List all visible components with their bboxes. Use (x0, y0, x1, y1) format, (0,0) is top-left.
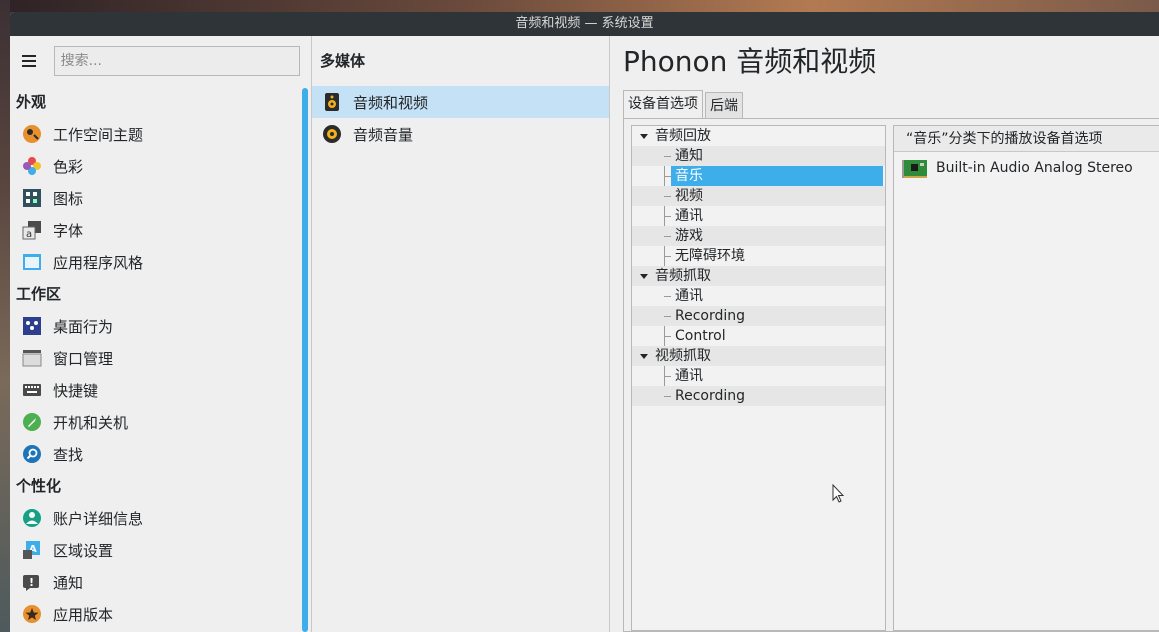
sidebar-item-font[interactable]: a 字体 (10, 214, 300, 246)
device-list-header: “音乐”分类下的播放设备首选项 (894, 126, 1159, 152)
sidebar-item-label: 开机和关机 (53, 413, 129, 432)
account-icon (22, 508, 42, 528)
app-style-icon (22, 252, 42, 272)
tree-item[interactable]: 游戏 (632, 226, 885, 246)
tree-item[interactable]: 视频 (632, 186, 885, 206)
sidebar-item-label: 查找 (53, 445, 84, 464)
subcategory-item-audio-video[interactable]: 音频和视频 (312, 86, 609, 118)
mouse-cursor-icon (832, 484, 845, 503)
sidebar-item-notifications[interactable]: ! 通知 (10, 566, 300, 598)
sidebar-item-startup-shutdown[interactable]: 开机和关机 (10, 406, 300, 438)
device-preference-list: “音乐”分类下的播放设备首选项 Built-in Audio Analog St… (893, 125, 1159, 631)
subcategory-panel: 多媒体 音频和视频 音频音量 (312, 36, 609, 632)
sidebar-item-label: 窗口管理 (53, 349, 114, 368)
sidebar-item-app-style[interactable]: 应用程序风格 (10, 246, 300, 278)
device-label: Built-in Audio Analog Stereo (936, 160, 1133, 176)
sidebar-item-icons[interactable]: 图标 (10, 182, 300, 214)
tree-item-selected[interactable]: 音乐 (632, 166, 885, 186)
locale-icon: A (22, 540, 42, 560)
sidebar-scrollbar[interactable] (302, 88, 308, 632)
sidebar-item-label: 图标 (53, 189, 84, 208)
tab-backend[interactable]: 后端 (705, 92, 743, 118)
desktop-background (0, 0, 1159, 12)
subcategory-label: 音频和视频 (353, 93, 429, 112)
page-title: Phonon 音频和视频 (623, 45, 877, 78)
category-header-appearance: 外观 (16, 93, 47, 111)
sidebar-item-label: 应用版本 (53, 605, 114, 624)
sidebar-item-label: 账户详细信息 (53, 509, 144, 528)
expand-arrow-icon[interactable] (640, 134, 648, 139)
category-tree[interactable]: 音频回放 通知 音乐 视频 通讯 游戏 无障碍环境 音频抓取 通讯 Record… (631, 125, 886, 631)
svg-text:a: a (26, 229, 32, 240)
icons-icon (22, 188, 42, 208)
font-icon: a (22, 220, 42, 240)
tree-item[interactable]: 通讯 (632, 286, 885, 306)
sidebar-item-label: 桌面行为 (53, 317, 114, 336)
tree-item-audio-playback[interactable]: 音频回放 (632, 126, 885, 146)
search-input[interactable] (53, 46, 300, 76)
tree-item[interactable]: 通讯 (632, 366, 885, 386)
sidebar-item-workspace-theme[interactable]: 工作空间主题 (10, 118, 300, 150)
sidebar-item-desktop-behavior[interactable]: 桌面行为 (10, 310, 300, 342)
sidebar-item-keyboard-shortcuts[interactable]: 快捷键 (10, 374, 300, 406)
device-item[interactable]: Built-in Audio Analog Stereo (894, 152, 1159, 184)
svg-text:!: ! (29, 576, 34, 589)
tree-item[interactable]: 通讯 (632, 206, 885, 226)
tree-item[interactable]: 通知 (632, 146, 885, 166)
category-header-workspace: 工作区 (16, 285, 62, 303)
subcategory-label: 音频音量 (353, 125, 414, 144)
category-header-personalization: 个性化 (16, 477, 62, 495)
sidebar-item-locale[interactable]: A 区域设置 (10, 534, 300, 566)
tree-item-video-capture[interactable]: 视频抓取 (632, 346, 885, 366)
sidebar-item-label: 区域设置 (53, 541, 114, 560)
audio-card-icon (902, 157, 928, 179)
tree-item[interactable]: Control (632, 326, 885, 346)
desktop-behavior-icon (22, 316, 42, 336)
expand-arrow-icon[interactable] (640, 354, 648, 359)
window-title: 音频和视频 — 系统设置 (515, 16, 654, 31)
volume-icon (322, 124, 342, 144)
sidebar-item-label: 快捷键 (53, 381, 99, 400)
startup-rocket-icon (22, 412, 42, 432)
sidebar-item-account-details[interactable]: 账户详细信息 (10, 502, 300, 534)
tab-panel: 音频回放 通知 音乐 视频 通讯 游戏 无障碍环境 音频抓取 通讯 Record… (623, 118, 1159, 632)
sidebar-item-app-version[interactable]: 应用版本 (10, 598, 300, 630)
settings-window: 音频和视频 — 系统设置 外观 工作空间主题 色彩 (10, 12, 1159, 632)
subcategory-item-audio-volume[interactable]: 音频音量 (312, 118, 609, 150)
workspace-theme-icon (22, 124, 42, 144)
window-titlebar[interactable]: 音频和视频 — 系统设置 (10, 12, 1159, 36)
tree-item[interactable]: Recording (632, 386, 885, 406)
sidebar-item-label: 色彩 (53, 157, 84, 176)
speaker-icon (322, 92, 342, 112)
keyboard-icon (22, 380, 42, 400)
tree-item-audio-capture[interactable]: 音频抓取 (632, 266, 885, 286)
sidebar-item-color[interactable]: 色彩 (10, 150, 300, 182)
sidebar-item-label: 应用程序风格 (53, 253, 144, 272)
tree-item[interactable]: 无障碍环境 (632, 246, 885, 266)
subcategory-title: 多媒体 (320, 52, 366, 70)
app-version-star-icon (22, 604, 42, 624)
sidebar-item-label: 通知 (53, 573, 84, 592)
tree-item[interactable]: Recording (632, 306, 885, 326)
search-icon (22, 444, 42, 464)
sidebar-item-search[interactable]: 查找 (10, 438, 300, 470)
sidebar: 外观 工作空间主题 色彩 图标 a (10, 36, 300, 632)
sidebar-item-label: 工作空间主题 (53, 125, 144, 144)
tab-device-preferences[interactable]: 设备首选项 (623, 90, 703, 118)
sidebar-item-window-management[interactable]: 窗口管理 (10, 342, 300, 374)
hamburger-menu-icon[interactable] (22, 51, 42, 71)
tab-bar: 设备首选项 后端 (623, 90, 745, 118)
main-panel: Phonon 音频和视频 设备首选项 后端 音频回放 通知 音乐 视频 通讯 游… (610, 36, 1159, 632)
sidebar-item-label: 字体 (53, 221, 84, 240)
window-management-icon (22, 348, 42, 368)
expand-arrow-icon[interactable] (640, 274, 648, 279)
desktop-background-left (0, 0, 10, 632)
notification-icon: ! (22, 572, 42, 592)
color-icon (22, 156, 42, 176)
